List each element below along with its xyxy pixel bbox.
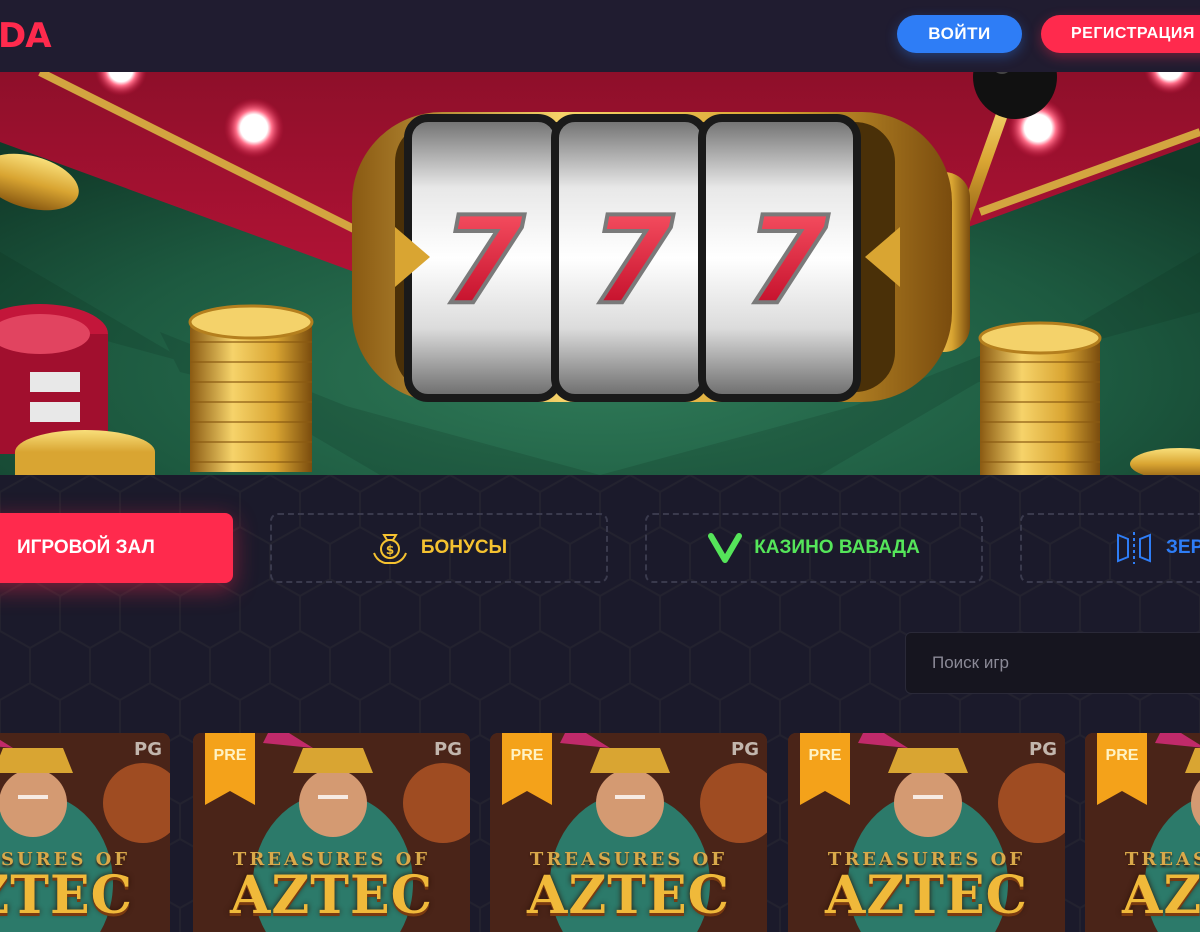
- tab-casino-vavada[interactable]: КАЗИНО ВАВАДА: [645, 513, 983, 583]
- provider-logo: PG: [134, 739, 162, 760]
- pre-badge: PRE: [510, 747, 544, 764]
- provider-logo: PG: [1029, 739, 1057, 760]
- game-card[interactable]: PRE PG TREASURES OF AZTEC: [193, 733, 470, 932]
- pre-ribbon-icon: [800, 733, 850, 805]
- login-button[interactable]: ВОЙТИ: [897, 15, 1022, 53]
- search-input[interactable]: [932, 653, 1192, 673]
- tab-bonuses[interactable]: $ БОНУСЫ: [270, 513, 608, 583]
- game-card[interactable]: PRE PG TREASURES OF AZTEC: [788, 733, 1065, 932]
- game-title-line2: AZTEC: [0, 865, 134, 926]
- pre-ribbon-icon: [502, 733, 552, 805]
- pre-badge: PRE: [1105, 747, 1139, 764]
- game-card[interactable]: PRE PG TREASURES OF AZTEC: [1085, 733, 1200, 932]
- svg-text:$: $: [386, 543, 394, 557]
- reel-seven-2: 7: [590, 192, 674, 331]
- pre-badge: PRE: [213, 747, 247, 764]
- pre-ribbon-icon: [205, 733, 255, 805]
- tab-game-hall[interactable]: ИГРОВОЙ ЗАЛ: [0, 513, 233, 583]
- game-card[interactable]: PG TREASURES OF AZTEC: [0, 733, 170, 932]
- slot-machine-banner-image: 7 7 7: [0, 72, 1200, 475]
- games-section: ИГРОВОЙ ЗАЛ $ БОНУСЫ КАЗИНО ВАВАДА ЗЕР П…: [0, 475, 1200, 932]
- provider-logo: PG: [434, 739, 462, 760]
- game-title-line2: AZTEC: [824, 865, 1029, 926]
- site-logo[interactable]: DA: [0, 16, 52, 56]
- tab-game-hall-label: ИГРОВОЙ ЗАЛ: [17, 537, 155, 558]
- money-bag-icon: $: [371, 529, 409, 567]
- provider-logo: PG: [731, 739, 759, 760]
- game-title-line2: AZTEC: [526, 865, 731, 926]
- register-button[interactable]: РЕГИСТРАЦИЯ: [1041, 15, 1200, 53]
- tab-casino-vavada-label: КАЗИНО ВАВАДА: [754, 537, 920, 558]
- top-header: DA ВОЙТИ РЕГИСТРАЦИЯ: [0, 0, 1200, 72]
- tab-bonuses-label: БОНУСЫ: [420, 537, 508, 558]
- game-card[interactable]: PRE PG TREASURES OF AZTEC: [490, 733, 767, 932]
- promo-banner[interactable]: 7 7 7: [0, 72, 1200, 475]
- tab-mirror-label: ЗЕР: [1166, 537, 1200, 558]
- pre-ribbon-icon: [1097, 733, 1147, 805]
- game-title-line2: AZTEC: [1121, 865, 1200, 926]
- reel-seven-3: 7: [745, 192, 829, 331]
- tab-mirror[interactable]: ЗЕР: [1020, 513, 1200, 583]
- reel-seven-1: 7: [441, 192, 525, 331]
- game-title-line2: AZTEC: [229, 865, 434, 926]
- pre-badge: PRE: [808, 747, 842, 764]
- vavada-v-icon: [708, 533, 743, 563]
- search-box[interactable]: [905, 632, 1200, 694]
- mirror-icon: [1116, 531, 1152, 565]
